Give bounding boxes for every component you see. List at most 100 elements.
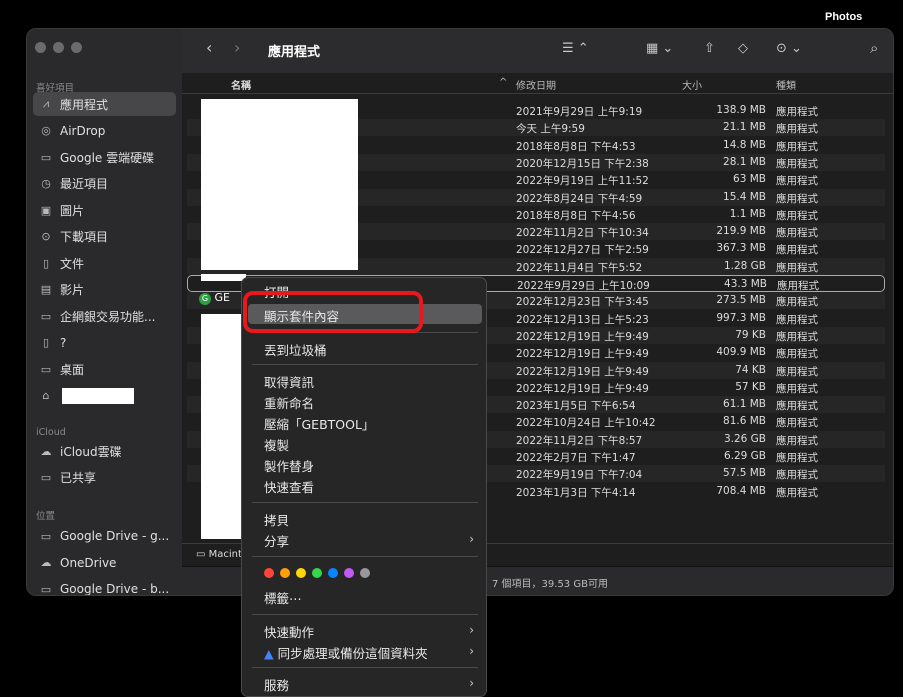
row-date: 2022年8月24日 下午4:59 (516, 192, 643, 205)
col-kind[interactable]: 種類 (776, 77, 796, 92)
menu-move-to-trash[interactable]: 丟到垃圾桶 (264, 340, 327, 359)
sidebar-item-label: AirDrop (60, 123, 106, 138)
row-kind: 應用程式 (776, 417, 818, 430)
row-size: 15.4 MB (723, 190, 766, 203)
row-size: 57 KB (735, 380, 766, 393)
close-button[interactable] (35, 42, 46, 53)
sidebar-icon: ▭ (40, 362, 52, 376)
row-kind: 應用程式 (776, 452, 818, 464)
row-size: 63 MB (733, 173, 766, 186)
tag-color-dot[interactable] (360, 568, 370, 578)
sidebar-item[interactable]: ◎ AirDrop (33, 119, 176, 143)
sort-chevron-icon: ^ (499, 77, 508, 88)
menu-quick-look[interactable]: 快速查看 (264, 477, 314, 496)
menu-quick-actions[interactable]: 快速動作 (264, 622, 314, 641)
window-title: 應用程式 (268, 45, 321, 60)
row-size: 219.9 MB (716, 225, 766, 238)
col-name[interactable]: 名稱 (231, 77, 251, 92)
row-size: 409.9 MB (716, 346, 766, 359)
col-size[interactable]: 大小 (682, 77, 702, 92)
gebtool-row-name[interactable]: G GE (199, 291, 230, 305)
row-date: 2022年12月23日 下午3:45 (516, 296, 649, 309)
sidebar-item[interactable]: ▯? (33, 331, 176, 355)
row-size: 74 KB (735, 363, 766, 376)
row-kind: 應用程式 (776, 192, 818, 205)
sidebar-item-label: 企網銀交易功能... (60, 309, 156, 324)
sidebar-item[interactable]: ⊙ 下載項目 (33, 225, 176, 249)
menu-services[interactable]: 服務 (264, 675, 289, 694)
sidebar-item[interactable]: ▤ 影片 (33, 278, 176, 302)
row-date: 2022年12月27日 下午2:59 (516, 244, 649, 257)
row-date: 2022年11月2日 下午8:57 (516, 434, 643, 447)
sidebar-icon: ☁ (40, 556, 52, 569)
toolbar: ‹ › 應用程式 ☰ ⌃ ▦ ⌄ ⇧ ◇ ⊙ ⌄ ⌕ (182, 29, 893, 74)
row-kind: 應用程式 (776, 296, 818, 309)
row-kind: 應用程式 (776, 123, 818, 136)
menu-rename[interactable]: 重新命名 (264, 393, 314, 412)
search-icon[interactable]: ⌕ (870, 39, 878, 57)
menu-make-alias[interactable]: 製作替身 (264, 456, 314, 475)
row-kind: 應用程式 (776, 106, 818, 118)
menu-tags[interactable]: 標籤⋯ (264, 588, 302, 607)
row-size: 1.1 MB (729, 207, 766, 220)
menu-get-info[interactable]: 取得資訊 (264, 372, 314, 391)
col-date[interactable]: 修改日期 (516, 77, 556, 92)
forward-button[interactable]: › (234, 38, 240, 57)
icloud-item[interactable]: ▭ 已共享 (33, 466, 176, 490)
tag-color-dot[interactable] (280, 568, 290, 578)
row-date: 2022年12月19日 上午9:49 (516, 348, 649, 361)
sidebar-item-label: 下載項目 (60, 230, 109, 244)
row-date: 2020年12月15日 下午2:38 (516, 157, 649, 170)
row-kind: 應用程式 (776, 261, 818, 274)
tag-color-dot[interactable] (344, 568, 354, 578)
sidebar-item[interactable]: ▭ 企網銀交易功能... (33, 304, 176, 328)
row-size: 14.8 MB (723, 138, 766, 151)
tag-color-dot[interactable] (312, 568, 322, 578)
sidebar-item[interactable]: ▭ 桌面 (33, 357, 176, 381)
icloud-item[interactable]: ☁ iCloud雲碟 (33, 439, 176, 463)
zoom-button[interactable] (71, 42, 82, 53)
chevron-right-icon: › (469, 644, 474, 658)
sidebar-item[interactable]: ⩘ 應用程式 (33, 92, 176, 116)
row-kind: 應用程式 (776, 434, 818, 447)
row-date: 2022年12月19日 上午9:49 (516, 330, 649, 343)
minimize-button[interactable] (53, 42, 64, 53)
share-icon[interactable]: ⇧ (704, 41, 715, 56)
tag-color-dot[interactable] (296, 568, 306, 578)
menu-share[interactable]: 分享 (264, 531, 289, 550)
sidebar-item[interactable]: ▯ 文件 (33, 251, 176, 275)
location-item[interactable]: ☁ OneDrive (33, 551, 176, 575)
location-item[interactable]: ▭ Google Drive - b... (33, 577, 176, 595)
row-size: 43.3 MB (724, 278, 767, 290)
row-date: 2023年1月5日 下午6:54 (516, 400, 636, 413)
sidebar-icon: ⊙ (41, 230, 51, 243)
sidebar-item-label: 文件 (60, 256, 85, 271)
sidebar-item[interactable]: ⌂ (33, 384, 176, 408)
row-date: 2018年8月8日 下午4:53 (516, 140, 636, 153)
back-button[interactable]: ‹ (206, 38, 212, 57)
location-item[interactable]: ▭ Google Drive - g... (33, 524, 176, 548)
row-date: 2022年11月2日 下午10:34 (516, 227, 649, 240)
tag-color-dot[interactable] (264, 568, 274, 578)
more-actions-icon[interactable]: ⊙ ⌄ (776, 41, 802, 56)
list-view-icon[interactable]: ☰ ⌃ (562, 41, 589, 56)
group-icon[interactable]: ▦ ⌄ (646, 41, 673, 56)
menu-sync-backup[interactable]: ▲ 同步處理或備份這個資料夾 (264, 643, 428, 662)
chevron-right-icon: › (469, 623, 474, 637)
menu-compress[interactable]: 壓縮「GEBTOOL」 (264, 414, 374, 433)
sidebar-item-label: Google Drive - g... (60, 529, 170, 543)
row-size: 81.6 MB (723, 415, 766, 428)
sidebar-item[interactable]: ◷ 最近項目 (33, 172, 176, 196)
menu-separator (252, 614, 478, 615)
sidebar-item-label: Google 雲端硬碟 (60, 150, 155, 165)
sidebar-icon: ▭ (40, 529, 52, 543)
row-date: 2022年9月29日 上午10:09 (517, 280, 650, 292)
tag-color-dot[interactable] (328, 568, 338, 578)
menu-duplicate[interactable]: 複製 (264, 435, 289, 454)
sidebar-item[interactable]: ▭ Google 雲端硬碟 (33, 145, 176, 169)
menu-separator (252, 502, 478, 503)
menu-copy[interactable]: 拷貝 (264, 510, 289, 529)
sidebar-item[interactable]: ▣ 圖片 (33, 198, 176, 222)
tag-icon[interactable]: ◇ (738, 41, 748, 56)
icloud-header: iCloud (36, 427, 66, 438)
